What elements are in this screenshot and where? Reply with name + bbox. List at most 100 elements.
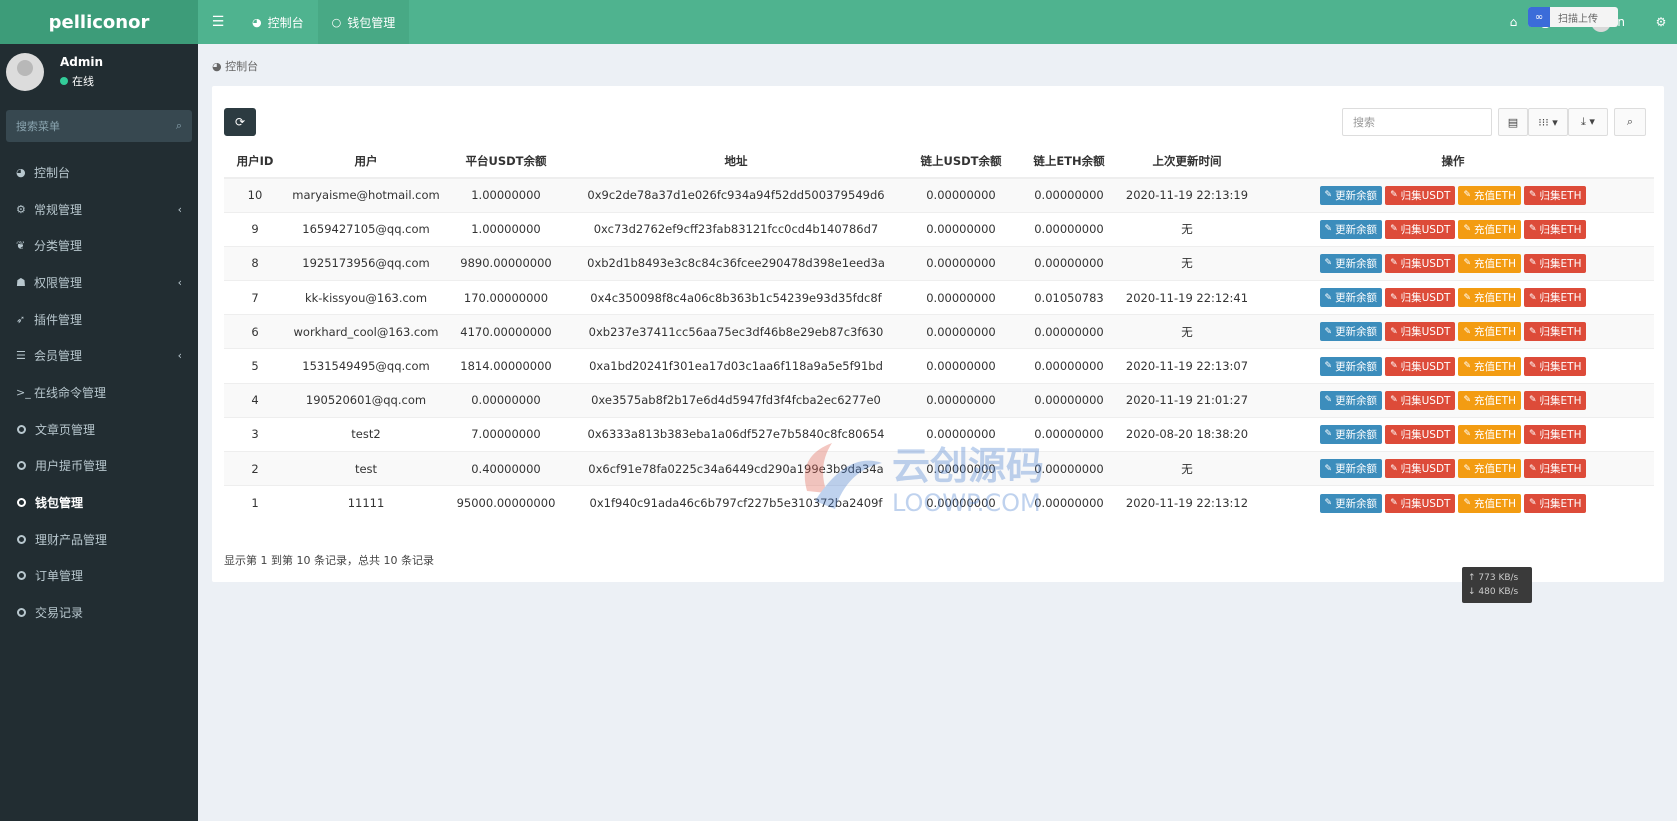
sidebar-item-member[interactable]: ☰ 会员管理 ‹ (0, 337, 198, 374)
columns-button[interactable]: ⁝⁝⁝ ▾ (1528, 108, 1568, 136)
refresh-button[interactable]: ⟳ (224, 108, 256, 136)
recharge-eth-button[interactable]: ✎ 充值ETH (1458, 219, 1521, 239)
sidebar-item-order[interactable]: 订单管理 (0, 558, 198, 595)
collect-usdt-button[interactable]: ✎ 归集USDT (1385, 356, 1456, 376)
collect-usdt-button[interactable]: ✎ 归集USDT (1385, 219, 1456, 239)
sidebar-item-finance[interactable]: 理财产品管理 (0, 521, 198, 558)
sidebar-toggle-icon[interactable]: ☰ (198, 0, 238, 44)
collect-eth-button[interactable]: ✎ 归集ETH (1523, 493, 1587, 513)
collect-eth-button[interactable]: ✎ 归集ETH (1523, 185, 1587, 205)
cell-chain-usdt: 0.00000000 (906, 177, 1016, 213)
cell-actions: ✎ 更新余额 ✎ 归集USDT ✎ 充值ETH ✎ 归集ETH (1252, 177, 1654, 213)
col-header[interactable]: 用户ID (224, 144, 286, 179)
col-header[interactable]: 用户 (286, 144, 446, 179)
cell-updated: 2020-11-19 22:13:07 (1122, 348, 1252, 384)
recharge-eth-button[interactable]: ✎ 充值ETH (1458, 253, 1521, 273)
toggle-view-button[interactable]: ▤ (1498, 108, 1528, 136)
sidebar-item-trade[interactable]: 交易记录 (0, 594, 198, 631)
sidebar-search-input[interactable]: 搜索菜单 ⌕ (6, 110, 192, 142)
collect-eth-button[interactable]: ✎ 归集ETH (1523, 356, 1587, 376)
collect-eth-button[interactable]: ✎ 归集ETH (1523, 288, 1587, 308)
pencil-icon: ✎ (1390, 326, 1398, 337)
update-balance-button[interactable]: ✎ 更新余额 (1319, 219, 1383, 239)
pagination-info: 显示第 1 到第 10 条记录，总共 10 条记录 (224, 554, 434, 567)
sidebar-item-wallet[interactable]: 钱包管理 (0, 484, 198, 521)
col-header[interactable]: 地址 (566, 144, 906, 179)
collect-usdt-button[interactable]: ✎ 归集USDT (1385, 493, 1456, 513)
update-balance-button[interactable]: ✎ 更新余额 (1319, 424, 1383, 444)
recharge-eth-button[interactable]: ✎ 充值ETH (1458, 322, 1521, 342)
qr-badge-label: 扫描上传 (1558, 13, 1598, 25)
action-label: 更新余额 (1335, 257, 1378, 270)
sidebar-item-addon[interactable]: ➶ 插件管理 (0, 301, 198, 338)
update-balance-button[interactable]: ✎ 更新余额 (1319, 390, 1383, 410)
update-balance-button[interactable]: ✎ 更新余额 (1319, 288, 1383, 308)
sidebar-item-dashboard[interactable]: ◕ 控制台 (0, 154, 198, 191)
update-balance-button[interactable]: ✎ 更新余额 (1319, 185, 1383, 205)
update-balance-button[interactable]: ✎ 更新余额 (1319, 322, 1383, 342)
qr-upload-badge[interactable]: ∞ 扫描上传 (1528, 7, 1618, 27)
action-label: 更新余额 (1335, 223, 1378, 236)
chevron-left-icon: ‹ (177, 275, 182, 289)
update-balance-button[interactable]: ✎ 更新余额 (1319, 459, 1383, 479)
recharge-eth-button[interactable]: ✎ 充值ETH (1458, 390, 1521, 410)
tab-dashboard[interactable]: ◕ 控制台 (238, 0, 318, 44)
col-header[interactable]: 平台USDT余额 (446, 144, 566, 179)
action-label: 更新余额 (1335, 326, 1378, 339)
action-label: 充值ETH (1474, 428, 1516, 441)
collect-usdt-button[interactable]: ✎ 归集USDT (1385, 288, 1456, 308)
leaf-icon: ❦ (16, 239, 26, 253)
update-balance-button[interactable]: ✎ 更新余额 (1319, 493, 1383, 513)
terminal-icon: >_ (16, 385, 31, 399)
sidebar-item-withdraw[interactable]: 用户提币管理 (0, 448, 198, 485)
collect-eth-button[interactable]: ✎ 归集ETH (1523, 219, 1587, 239)
collect-usdt-button[interactable]: ✎ 归集USDT (1385, 253, 1456, 273)
sidebar-item-command[interactable]: >_ 在线命令管理 (0, 374, 198, 411)
action-label: 充值ETH (1474, 223, 1516, 236)
collect-eth-button[interactable]: ✎ 归集ETH (1523, 253, 1587, 273)
col-header[interactable]: 上次更新时间 (1122, 144, 1252, 179)
net-speed-overlay: ↑ 773 KB/s ↓ 480 KB/s (1462, 567, 1532, 603)
recharge-eth-button[interactable]: ✎ 充值ETH (1458, 424, 1521, 444)
collect-usdt-button[interactable]: ✎ 归集USDT (1385, 424, 1456, 444)
sidebar-item-label: 订单管理 (35, 569, 84, 584)
tab-wallet[interactable]: ○ 钱包管理 (317, 0, 410, 44)
action-label: 充值ETH (1474, 463, 1516, 476)
col-header[interactable]: 链上USDT余额 (906, 144, 1016, 179)
sidebar-item-general[interactable]: ⚙ 常规管理 ‹ (0, 191, 198, 228)
top-navbar: ☰ ◕ 控制台 ○ 钱包管理 ⌂ 🗑 n ⚙ (198, 0, 1677, 44)
sidebar-item-article[interactable]: 文章页管理 (0, 411, 198, 448)
search-icon[interactable]: ⌕ (176, 119, 182, 133)
update-balance-button[interactable]: ✎ 更新余额 (1319, 253, 1383, 273)
collect-eth-button[interactable]: ✎ 归集ETH (1523, 459, 1587, 479)
collect-eth-button[interactable]: ✎ 归集ETH (1523, 322, 1587, 342)
collect-eth-button[interactable]: ✎ 归集ETH (1523, 424, 1587, 444)
sidebar-item-auth[interactable]: ☗ 权限管理 ‹ (0, 264, 198, 301)
cell-chain-eth: 0.00000000 (1016, 245, 1122, 281)
update-balance-button[interactable]: ✎ 更新余额 (1319, 356, 1383, 376)
cogs-icon[interactable]: ⚙ (1645, 15, 1677, 29)
recharge-eth-button[interactable]: ✎ 充值ETH (1458, 288, 1521, 308)
recharge-eth-button[interactable]: ✎ 充值ETH (1458, 459, 1521, 479)
sidebar-item-category[interactable]: ❦ 分类管理 (0, 227, 198, 264)
recharge-eth-button[interactable]: ✎ 充值ETH (1458, 185, 1521, 205)
cell-updated: 2020-11-19 22:13:12 (1122, 485, 1252, 520)
pencil-icon: ✎ (1390, 258, 1398, 269)
user-initial[interactable]: n (1617, 15, 1625, 29)
app-logo[interactable]: pelliconor (0, 0, 198, 44)
collect-eth-button[interactable]: ✎ 归集ETH (1523, 390, 1587, 410)
recharge-eth-button[interactable]: ✎ 充值ETH (1458, 493, 1521, 513)
search-button[interactable]: ⌕ (1614, 108, 1646, 136)
home-icon[interactable]: ⌂ (1497, 15, 1529, 29)
col-header[interactable]: 链上ETH余额 (1016, 144, 1122, 179)
breadcrumb-label[interactable]: 控制台 (225, 60, 258, 73)
collect-usdt-button[interactable]: ✎ 归集USDT (1385, 390, 1456, 410)
recharge-eth-button[interactable]: ✎ 充值ETH (1458, 356, 1521, 376)
collect-usdt-button[interactable]: ✎ 归集USDT (1385, 459, 1456, 479)
collect-usdt-button[interactable]: ✎ 归集USDT (1385, 322, 1456, 342)
action-label: 归集ETH (1539, 189, 1582, 202)
export-button[interactable]: ⤓ ▾ (1568, 108, 1608, 136)
table-search-input[interactable]: 搜索 (1342, 108, 1492, 136)
cell-address: 0xb2d1b8493e3c8c84c36fcee290478d398e1eed… (566, 245, 906, 281)
collect-usdt-button[interactable]: ✎ 归集USDT (1385, 185, 1456, 205)
